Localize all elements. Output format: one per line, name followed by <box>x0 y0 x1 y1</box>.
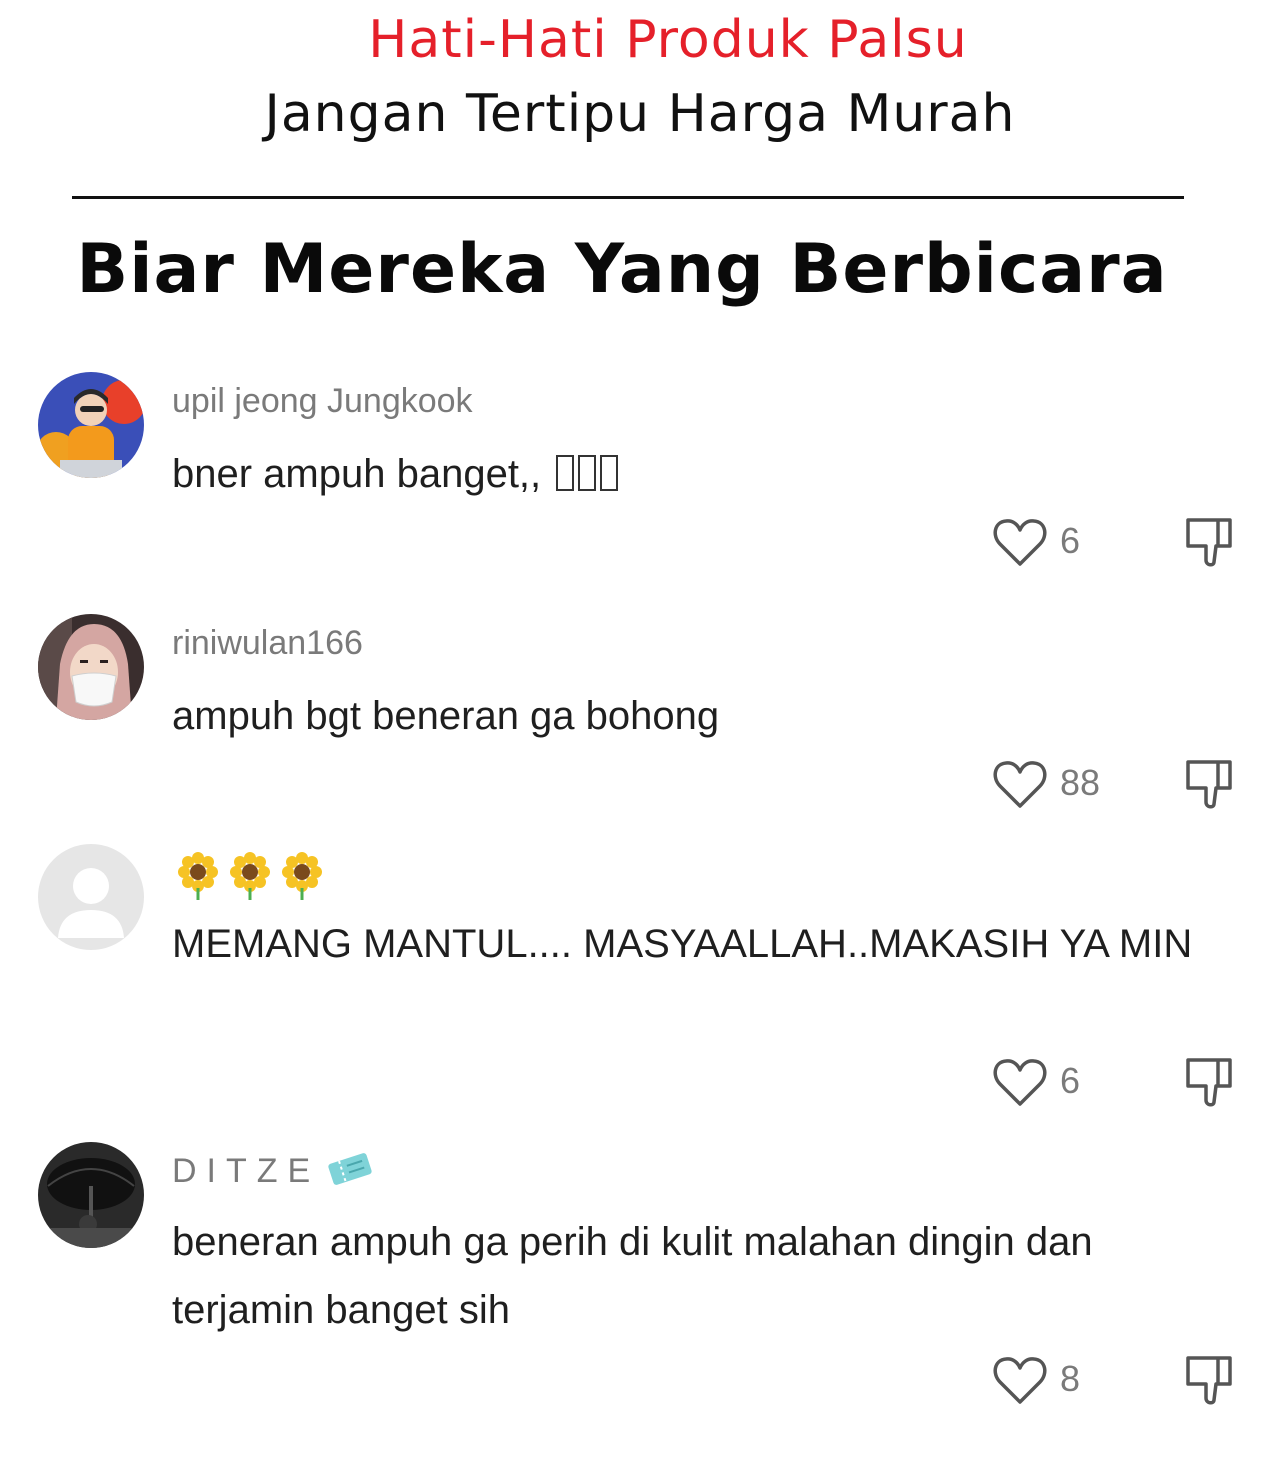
warning-title: Hati-Hati Produk Palsu <box>368 10 968 70</box>
like-count: 8 <box>1060 1358 1081 1399</box>
avatar[interactable] <box>38 844 144 950</box>
default-avatar-icon <box>38 844 144 950</box>
comment-text: ampuh bgt beneran ga bohong <box>172 694 720 738</box>
user-photo-avatar-icon <box>38 614 144 720</box>
like-count: 6 <box>1060 1060 1081 1101</box>
warning-subtitle: Jangan Tertipu Harga Murah <box>264 84 1016 144</box>
section-title: Biar Mereka Yang Berbicara <box>76 230 1168 309</box>
dislike-icon[interactable] <box>1180 512 1238 570</box>
avatar[interactable] <box>38 614 144 720</box>
sunflower-emoji-icon <box>178 852 322 900</box>
dislike-icon[interactable] <box>1180 1350 1238 1408</box>
header-divider <box>72 196 1184 199</box>
heart-icon[interactable] <box>990 1054 1050 1110</box>
dislike-icon[interactable] <box>1180 754 1238 812</box>
heart-icon[interactable] <box>990 1352 1050 1408</box>
comment-text: beneran ampuh ga perih di kulit malahan … <box>172 1220 1093 1332</box>
comment-username[interactable]: DITZE <box>172 1148 374 1191</box>
avatar[interactable] <box>38 1142 144 1248</box>
missing-glyph-icon <box>600 455 619 491</box>
user-photo-avatar-icon <box>38 372 144 478</box>
ticket-emoji-icon <box>328 1153 372 1185</box>
avatar[interactable] <box>38 372 144 478</box>
like-count: 6 <box>1060 520 1081 561</box>
comment-text: MEMANG MANTUL.... MASYAALLAH..MAKASIH YA… <box>172 922 1193 966</box>
comment-username[interactable]: upil jeong Jungkook <box>172 382 473 421</box>
like-count: 88 <box>1060 762 1101 803</box>
comment-username[interactable]: riniwulan166 <box>172 624 363 663</box>
comment-text: bner ampuh banget,, <box>172 440 1232 508</box>
promo-header: Hati-Hati Produk Palsu Jangan Tertipu Ha… <box>0 0 1280 330</box>
heart-icon[interactable] <box>990 514 1050 570</box>
heart-icon[interactable] <box>990 756 1050 812</box>
missing-glyph-icon <box>556 455 575 491</box>
missing-glyph-icon <box>578 455 597 491</box>
user-photo-avatar-icon <box>38 1142 144 1248</box>
dislike-icon[interactable] <box>1180 1052 1238 1110</box>
